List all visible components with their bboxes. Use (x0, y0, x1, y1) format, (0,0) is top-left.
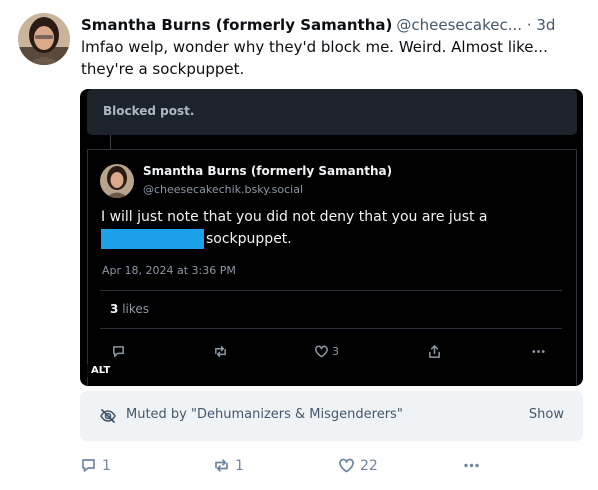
reply-icon (80, 457, 97, 474)
feed-post[interactable]: Smantha Burns (formerly Samantha) @cheese… (0, 0, 598, 490)
separator-dot: · (526, 16, 532, 34)
post-header: Smantha Burns (formerly Samantha) @cheese… (81, 14, 593, 36)
more-icon (463, 457, 480, 474)
quoted-post-text-end: sockpuppet. (206, 231, 292, 247)
quoted-author-avatar (100, 164, 134, 198)
author-display-name[interactable]: Smantha Burns (formerly Samantha) (81, 16, 392, 34)
quoted-like-icon: 3 (314, 344, 339, 359)
repost-icon (213, 457, 230, 474)
quoted-repost-icon (213, 344, 228, 359)
muted-label: Muted by "Dehumanizers & Misgenderers" (126, 407, 403, 422)
eye-slash-icon (99, 407, 117, 425)
quoted-likes-label: likes (122, 302, 150, 316)
quoted-author-name: Smantha Burns (formerly Samantha) (143, 164, 393, 178)
quoted-author-handle: @cheesecakechik.bsky.social (143, 183, 304, 196)
quoted-post-text-line2: sockpuppet. (101, 228, 292, 250)
redaction-block (101, 229, 204, 249)
show-button[interactable]: Show (529, 407, 564, 422)
blocked-post-label: Blocked post. (103, 104, 195, 118)
like-icon (338, 457, 355, 474)
quoted-post-text-line1: I will just note that you did not deny t… (101, 209, 488, 225)
quoted-likes-count: 3 (110, 302, 119, 316)
quoted-likes: 3 likes (110, 302, 149, 316)
quoted-like-count: 3 (332, 345, 339, 358)
divider (100, 328, 562, 329)
reply-button[interactable]: 1 (80, 457, 111, 474)
repost-button[interactable]: 1 (213, 457, 244, 474)
post-action-bar: 1 1 22 (80, 455, 583, 477)
like-count: 22 (360, 457, 378, 474)
reply-count: 1 (102, 457, 111, 474)
post-time[interactable]: 3d (536, 16, 555, 34)
more-button[interactable] (463, 457, 480, 474)
thread-line (110, 135, 111, 149)
embedded-image[interactable]: Blocked post. Smantha Burns (formerly Sa… (80, 89, 583, 386)
quoted-share-icon (427, 344, 442, 359)
divider (100, 290, 562, 291)
muted-notice: Muted by "Dehumanizers & Misgenderers" S… (80, 391, 583, 441)
repost-count: 1 (235, 457, 244, 474)
like-button[interactable]: 22 (338, 457, 378, 474)
alt-badge[interactable]: ALT (86, 363, 116, 378)
blocked-post-notice: Blocked post. (87, 89, 577, 135)
post-text: lmfao welp, wonder why they'd block me. … (81, 38, 548, 78)
quoted-more-icon (531, 344, 546, 359)
author-avatar[interactable] (18, 13, 70, 65)
quoted-reply-icon (111, 344, 126, 359)
quoted-post-date: Apr 18, 2024 at 3:36 PM (102, 264, 236, 277)
author-handle[interactable]: @cheesecakec... (396, 16, 522, 34)
